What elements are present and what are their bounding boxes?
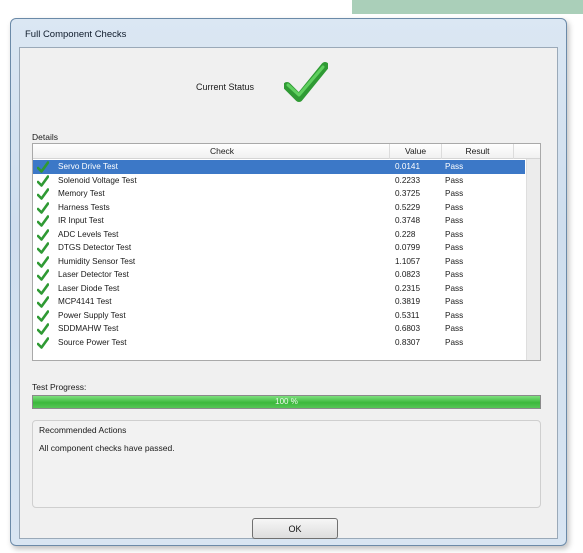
row-result: Pass [445,337,464,347]
vertical-scrollbar[interactable] [526,159,540,360]
row-value: 0.2315 [395,283,421,293]
row-check-name: Memory Test [58,189,105,198]
row-result: Pass [445,310,464,320]
check-icon [37,336,49,349]
table-row[interactable]: SDDMAHW Test 0.6803 Pass [33,322,525,336]
row-result: Pass [445,297,464,306]
row-result: Pass [445,256,464,266]
status-check-icon [284,62,328,102]
check-icon [37,174,49,187]
table-row[interactable]: Laser Diode Test 0.2315 Pass [33,282,525,296]
table-row[interactable]: IR Input Test 0.3748 Pass [33,214,525,228]
table-row[interactable]: Memory Test 0.3725 Pass [33,187,525,201]
row-check-name: Humidity Sensor Test [58,256,136,266]
row-check-name: SDDMAHW Test [58,324,119,333]
column-header-check[interactable]: Check [55,144,390,159]
recommended-actions-text: All component checks have passed. [39,443,175,453]
table-row[interactable]: Solenoid Voltage Test 0.2233 Pass [33,174,525,188]
row-value: 0.3748 [395,216,421,225]
row-result: Pass [445,175,464,185]
table-row[interactable]: Power Supply Test 0.5311 Pass [33,309,525,323]
table-row[interactable]: ADC Levels Test 0.228 Pass [33,228,525,242]
row-check-name: Laser Detector Test [58,270,129,279]
recommended-actions-group: Recommended Actions All component checks… [32,420,541,508]
row-check-name: ADC Levels Test [58,229,119,239]
row-check-name: Harness Tests [58,202,110,212]
row-result: Pass [445,189,464,198]
row-value: 1.1057 [395,256,421,266]
table-row[interactable]: Harness Tests 0.5229 Pass [33,201,525,215]
table-row[interactable]: Laser Detector Test 0.0823 Pass [33,268,525,282]
dialog-window: Full Component Checks Current Status Det… [10,18,567,546]
list-header: Check Value Result [33,144,540,159]
test-progress-bar: 100 % [32,395,541,409]
row-result: Pass [445,283,464,293]
row-value: 0.0799 [395,243,421,252]
row-check-name: IR Input Test [58,216,104,225]
check-icon [37,269,49,281]
row-result: Pass [445,243,464,252]
table-row[interactable]: Humidity Sensor Test 1.1057 Pass [33,255,525,269]
check-icon [37,309,49,322]
progress-text: 100 % [275,397,298,406]
row-value: 0.5229 [395,202,421,212]
row-value: 0.228 [395,229,416,239]
current-status-label: Current Status [196,82,255,92]
check-icon [37,323,49,335]
row-check-name: Laser Diode Test [58,283,120,293]
row-check-name: Power Supply Test [58,310,126,320]
table-row[interactable]: DTGS Detector Test 0.0799 Pass [33,241,525,255]
details-label: Details [32,132,58,142]
row-result: Pass [445,324,464,333]
row-result: Pass [445,202,464,212]
check-icon [37,242,49,254]
row-check-name: DTGS Detector Test [58,243,132,252]
row-check-name: Source Power Test [58,337,127,347]
row-value: 0.0823 [395,270,421,279]
row-value: 0.8307 [395,337,421,347]
row-value: 0.3819 [395,297,421,306]
row-value: 0.3725 [395,189,421,198]
table-row[interactable]: Source Power Test 0.8307 Pass [33,336,525,350]
row-result: Pass [445,216,464,225]
check-icon [37,282,49,295]
row-value: 0.6803 [395,324,421,333]
recommended-actions-title: Recommended Actions [39,425,127,435]
background-strip [352,0,583,14]
row-value: 0.2233 [395,175,421,185]
row-value: 0.5311 [395,310,420,320]
check-icon [37,255,49,268]
check-icon [37,228,49,241]
row-check-name: MCP4141 Test [58,297,112,306]
check-icon [37,215,49,227]
row-check-name: Servo Drive Test [58,162,118,171]
row-value: 0.0141 [395,162,421,171]
test-progress-label: Test Progress: [32,382,87,392]
check-icon [37,188,49,200]
check-icon [37,296,49,308]
column-header-result[interactable]: Result [442,144,514,159]
row-result: Pass [445,270,464,279]
window-title: Full Component Checks [25,29,127,40]
check-icon [37,201,49,214]
row-result: Pass [445,229,464,239]
table-row[interactable]: MCP4141 Test 0.3819 Pass [33,295,525,309]
row-result: Pass [445,162,464,171]
details-list[interactable]: Check Value Result Servo Drive Test 0.014… [32,143,541,361]
ok-button[interactable]: OK [252,518,338,539]
dialog-client-area: Current Status Details Check Value Resul… [19,47,558,539]
row-check-name: Solenoid Voltage Test [58,175,137,185]
check-icon [37,161,49,173]
table-row[interactable]: Servo Drive Test 0.0141 Pass [33,160,525,174]
column-header-value[interactable]: Value [390,144,442,159]
